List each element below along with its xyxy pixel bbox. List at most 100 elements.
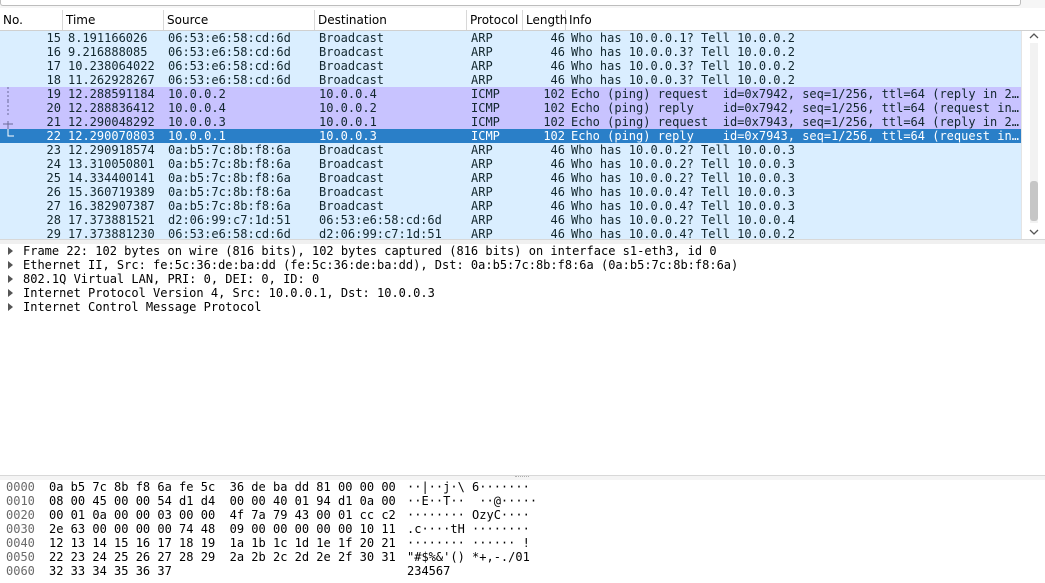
packet-time: 16.382907387 xyxy=(68,199,155,213)
detail-tree-item[interactable]: Frame 22: 102 bytes on wire (816 bits), … xyxy=(0,244,1045,258)
packet-source: 10.0.0.3 xyxy=(168,115,226,129)
packet-row[interactable]: 16 9.216888085 06:53:e6:58:cd:6d Broadcast A… xyxy=(0,45,1021,59)
packet-time: 15.360719389 xyxy=(68,185,155,199)
packet-length: 46 xyxy=(550,213,565,227)
packet-protocol: ARP xyxy=(471,199,493,213)
bytes-row[interactable]: 0050 22 23 24 25 26 27 28 29 2a 2b 2c 2d … xyxy=(0,550,1045,564)
packet-length: 46 xyxy=(550,227,565,239)
packet-source: 06:53:e6:58:cd:6d xyxy=(168,31,291,45)
bytes-row[interactable]: 0060 32 33 34 35 36 37 234567 xyxy=(0,564,1045,578)
packet-length: 102 xyxy=(543,101,565,115)
scroll-up-arrow-icon[interactable] xyxy=(1029,31,1039,41)
packet-row[interactable]: 24 13.310050801 0a:b5:7c:8b:f8:6a Broadcast… xyxy=(0,157,1021,171)
packet-time: 12.288836412 xyxy=(68,101,155,115)
detail-tree-label: Internet Protocol Version 4, Src: 10.0.0… xyxy=(23,286,435,300)
display-filter-input[interactable] xyxy=(0,0,1021,6)
packet-row[interactable]: 25 14.334400141 0a:b5:7c:8b:f8:6a Broadcast… xyxy=(0,171,1021,185)
bytes-offset: 0000 xyxy=(6,480,35,494)
packet-list-scrollbar[interactable] xyxy=(1021,31,1045,239)
packet-protocol: ICMP xyxy=(471,101,500,115)
expand-arrow-icon[interactable] xyxy=(8,261,13,269)
column-header-protocol[interactable]: Protocol xyxy=(467,10,523,30)
packet-protocol: ARP xyxy=(471,213,493,227)
packet-row[interactable]: 17 10.238064022 06:53:e6:58:cd:6d Broadcast… xyxy=(0,59,1021,73)
packet-source: 0a:b5:7c:8b:f8:6a xyxy=(168,143,291,157)
packet-length: 46 xyxy=(550,199,565,213)
bytes-row[interactable]: 0030 2e 63 00 00 00 00 74 48 09 00 00 00 … xyxy=(0,522,1045,536)
detail-tree-item[interactable]: Ethernet II, Src: fe:5c:36:de:ba:dd (fe:… xyxy=(0,258,1045,272)
related-packet-indicator-icon xyxy=(3,121,13,129)
packet-row[interactable]: 18 11.262928267 06:53:e6:58:cd:6d Broadcast… xyxy=(0,73,1021,87)
packet-row[interactable]: 20 12.288836412 10.0.0.4 10.0.0.2 ICMP 102 Ech… xyxy=(0,101,1021,115)
packet-time: 12.290918574 xyxy=(68,143,155,157)
packet-row[interactable]: 15 8.191166026 06:53:e6:58:cd:6d Broadcast A… xyxy=(0,31,1021,45)
packet-info: Echo (ping) reply id=0x7942, seq=1/256, … xyxy=(571,101,1019,115)
packet-source: 0a:b5:7c:8b:f8:6a xyxy=(168,199,291,213)
packet-number: 25 xyxy=(46,171,61,185)
packet-length: 46 xyxy=(550,185,565,199)
packet-time: 12.288591184 xyxy=(68,87,155,101)
packet-row[interactable]: 26 15.360719389 0a:b5:7c:8b:f8:6a Broadcast… xyxy=(0,185,1021,199)
bytes-row[interactable]: 0040 12 13 14 15 16 17 18 19 1a 1b 1c 1d … xyxy=(0,536,1045,550)
bytes-row[interactable]: 0000 0a b5 7c 8b f8 6a fe 5c 36 de ba dd … xyxy=(0,480,1045,494)
packet-destination: Broadcast xyxy=(319,59,385,73)
packet-destination: Broadcast xyxy=(319,45,385,59)
packet-protocol: ICMP xyxy=(471,129,500,143)
packet-destination: 10.0.0.4 xyxy=(319,87,377,101)
packet-protocol: ARP xyxy=(471,185,493,199)
column-header-no[interactable]: No. xyxy=(0,10,63,30)
packet-protocol: ARP xyxy=(471,143,493,157)
packet-source: 10.0.0.2 xyxy=(168,87,226,101)
packet-protocol: ARP xyxy=(471,59,493,73)
packet-time: 11.262928267 xyxy=(68,73,155,87)
packet-info: Echo (ping) request id=0x7942, seq=1/256… xyxy=(571,87,1019,101)
packet-destination: Broadcast xyxy=(319,157,385,171)
packet-destination: Broadcast xyxy=(319,73,385,87)
packet-row[interactable]: 23 12.290918574 0a:b5:7c:8b:f8:6a Broadcast… xyxy=(0,143,1021,157)
packet-source: 06:53:e6:58:cd:6d xyxy=(168,45,291,59)
column-header-destination[interactable]: Destination xyxy=(315,10,467,30)
bytes-hex: 08 00 45 00 00 54 d1 d4 00 00 40 01 94 d… xyxy=(49,494,396,508)
packet-length: 46 xyxy=(550,143,565,157)
expand-arrow-icon[interactable] xyxy=(8,275,13,283)
packet-length: 46 xyxy=(550,157,565,171)
packet-info: Echo (ping) request id=0x7943, seq=1/256… xyxy=(571,115,1019,129)
bytes-row[interactable]: 0010 08 00 45 00 00 54 d1 d4 00 00 40 01 … xyxy=(0,494,1045,508)
column-header-time[interactable]: Time xyxy=(63,10,164,30)
scrollbar-thumb[interactable] xyxy=(1030,181,1038,221)
packet-number: 24 xyxy=(46,157,61,171)
bytes-offset: 0020 xyxy=(6,508,35,522)
packet-row[interactable]: 22 12.290070803 10.0.0.1 10.0.0.3 ICMP 102 Ech… xyxy=(0,129,1021,143)
column-header-length[interactable]: Length xyxy=(523,10,567,30)
bytes-row[interactable]: 0020 00 01 0a 00 00 03 00 00 4f 7a 79 43 … xyxy=(0,508,1045,522)
packet-row[interactable]: 28 17.373881521 d2:06:99:c7:1d:51 06:53:e6:… xyxy=(0,213,1021,227)
related-packet-indicator-icon xyxy=(7,101,9,115)
packet-length: 46 xyxy=(550,59,565,73)
packet-length: 102 xyxy=(543,115,565,129)
bytes-hex: 0a b5 7c 8b f8 6a fe 5c 36 de ba dd 81 0… xyxy=(49,480,396,494)
packet-row[interactable]: 19 12.288591184 10.0.0.2 10.0.0.4 ICMP 102 Ech… xyxy=(0,87,1021,101)
expand-arrow-icon[interactable] xyxy=(8,303,13,311)
expand-arrow-icon[interactable] xyxy=(8,289,13,297)
detail-tree-label: Internet Control Message Protocol xyxy=(23,300,262,314)
scroll-down-arrow-icon[interactable] xyxy=(1029,227,1039,237)
packet-time: 9.216888085 xyxy=(68,45,148,59)
packet-source: 0a:b5:7c:8b:f8:6a xyxy=(168,157,291,171)
packet-protocol: ARP xyxy=(471,31,493,45)
packet-destination: Broadcast xyxy=(319,171,385,185)
packet-destination: Broadcast xyxy=(319,199,385,213)
packet-info: Who has 10.0.0.3? Tell 10.0.0.2 xyxy=(571,73,795,87)
packet-row[interactable]: 27 16.382907387 0a:b5:7c:8b:f8:6a Broadcast… xyxy=(0,199,1021,213)
detail-tree-item[interactable]: Internet Control Message Protocol xyxy=(0,300,1045,314)
related-packet-indicator-icon xyxy=(7,129,14,137)
expand-arrow-icon[interactable] xyxy=(8,247,13,255)
column-header-source[interactable]: Source xyxy=(164,10,315,30)
packet-time: 17.373881230 xyxy=(68,227,155,239)
column-header-info[interactable]: Info xyxy=(566,10,1045,30)
detail-tree-item[interactable]: 802.1Q Virtual LAN, PRI: 0, DEI: 0, ID: … xyxy=(0,272,1045,286)
packet-row[interactable]: 21 12.290048292 10.0.0.3 10.0.0.1 ICMP 102 Ech… xyxy=(0,115,1021,129)
bytes-ascii: 234567 xyxy=(407,564,451,578)
packet-number: 18 xyxy=(46,73,61,87)
packet-row[interactable]: 29 17.373881230 06:53:e6:58:cd:6d d2:06:99:… xyxy=(0,227,1021,239)
detail-tree-item[interactable]: Internet Protocol Version 4, Src: 10.0.0… xyxy=(0,286,1045,300)
